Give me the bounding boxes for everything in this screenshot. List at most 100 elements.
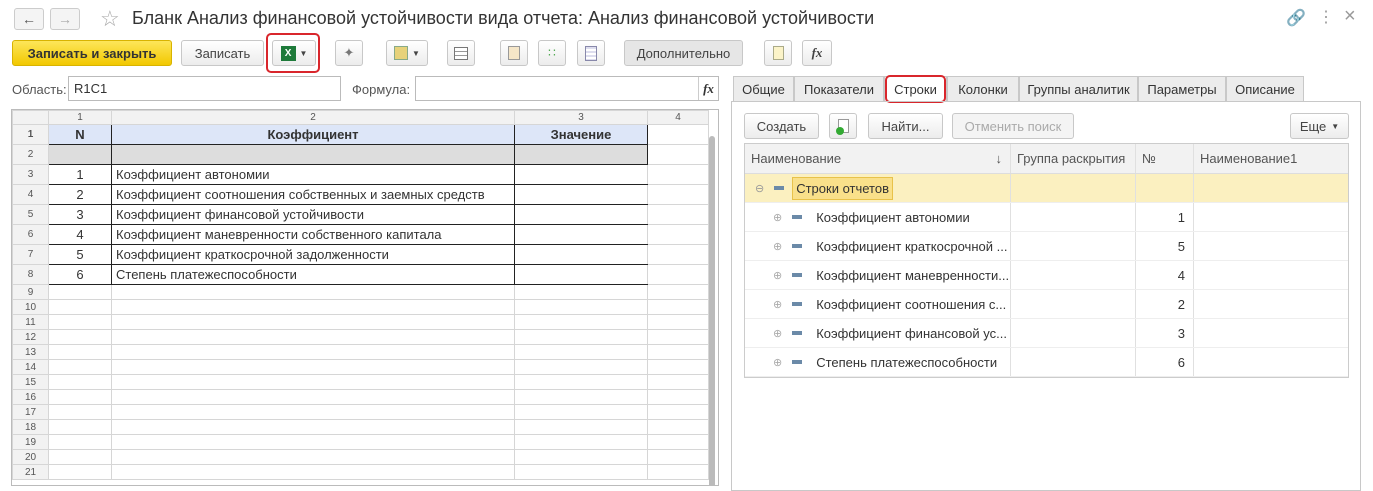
row-header[interactable]: 16 [12, 389, 49, 405]
cell[interactable] [514, 404, 648, 420]
row-header[interactable]: 17 [12, 404, 49, 420]
cell[interactable] [48, 404, 112, 420]
cell[interactable] [48, 344, 112, 360]
cell[interactable] [514, 389, 648, 405]
cell-coefficient[interactable]: Коэффициент соотношения собственных и за… [111, 184, 515, 205]
cell[interactable] [647, 389, 709, 405]
tree-row[interactable]: ⊕ Коэффициент краткосрочной ... 5 [745, 232, 1348, 261]
list-button[interactable] [577, 40, 605, 66]
layout-button[interactable]: ▼ [386, 40, 428, 66]
expand-icon[interactable]: ⊕ [773, 211, 782, 224]
row-header[interactable]: 14 [12, 359, 49, 375]
cell-value[interactable] [514, 164, 648, 185]
forward-button[interactable]: → [50, 8, 80, 30]
row-header[interactable]: 2 [12, 144, 49, 165]
corner-cell[interactable] [12, 110, 49, 125]
back-button[interactable]: ← [14, 8, 44, 30]
header-coefficient[interactable]: Коэффициент [111, 124, 515, 145]
column-header-group[interactable]: Группа раскрытия [1011, 144, 1136, 173]
more-button[interactable]: Дополнительно [624, 40, 743, 66]
cell[interactable] [647, 419, 709, 435]
tab-6[interactable]: Описание [1226, 76, 1304, 102]
formula-fx-button[interactable]: fx [698, 77, 718, 100]
cell[interactable] [48, 144, 112, 165]
cell[interactable] [48, 434, 112, 450]
cell[interactable] [647, 264, 709, 285]
tree-group-row[interactable]: ⊖ Строки отчетов [745, 174, 1348, 203]
cell-n[interactable]: 1 [48, 164, 112, 185]
column-header[interactable]: 4 [647, 110, 709, 125]
cell[interactable] [48, 464, 112, 480]
cell[interactable] [514, 359, 648, 375]
more-actions-button[interactable]: Еще ▼ [1290, 113, 1349, 139]
row-header[interactable]: 21 [12, 464, 49, 480]
cell[interactable] [48, 314, 112, 330]
cell[interactable] [111, 389, 515, 405]
cell[interactable] [647, 204, 709, 225]
tab-0[interactable]: Общие [733, 76, 794, 102]
cell[interactable] [647, 344, 709, 360]
row-header[interactable]: 6 [12, 224, 49, 245]
cell-coefficient[interactable]: Коэффициент краткосрочной задолженности [111, 244, 515, 265]
header-n[interactable]: N [48, 124, 112, 145]
structure-button[interactable]: ∷ [538, 40, 566, 66]
cell[interactable] [514, 344, 648, 360]
header-value[interactable]: Значение [514, 124, 648, 145]
cell[interactable] [514, 464, 648, 480]
tab-5[interactable]: Параметры [1138, 76, 1226, 102]
table-button[interactable] [447, 40, 475, 66]
properties-button[interactable] [500, 40, 528, 66]
cell-value[interactable] [514, 184, 648, 205]
row-header[interactable]: 19 [12, 434, 49, 450]
row-header[interactable]: 11 [12, 314, 49, 330]
cell[interactable] [647, 299, 709, 315]
cell-value[interactable] [514, 244, 648, 265]
tree-row[interactable]: ⊕ Коэффициент соотношения с... 2 [745, 290, 1348, 319]
column-header-number[interactable]: № [1136, 144, 1194, 173]
row-header[interactable]: 5 [12, 204, 49, 225]
cell[interactable] [514, 329, 648, 345]
tree-row[interactable]: ⊕ Коэффициент финансовой ус... 3 [745, 319, 1348, 348]
cell[interactable] [647, 449, 709, 465]
expand-icon[interactable]: ⊕ [773, 327, 782, 340]
column-header-name[interactable]: Наименование ↓ [745, 144, 1011, 173]
tab-1[interactable]: Показатели [794, 76, 884, 102]
row-header[interactable]: 10 [12, 299, 49, 315]
cell[interactable] [647, 144, 709, 165]
cell-coefficient[interactable]: Коэффициент маневренности собственного к… [111, 224, 515, 245]
row-header[interactable]: 13 [12, 344, 49, 360]
cell-value[interactable] [514, 224, 648, 245]
cell[interactable] [111, 284, 515, 300]
cell[interactable] [48, 419, 112, 435]
more-menu-icon[interactable]: ⋮ [1318, 7, 1334, 27]
collapse-icon[interactable]: ⊖ [755, 182, 764, 195]
function-button[interactable]: fx [802, 40, 832, 66]
cell[interactable] [514, 284, 648, 300]
cell-value[interactable] [514, 264, 648, 285]
cell[interactable] [111, 464, 515, 480]
row-header[interactable]: 8 [12, 264, 49, 285]
cell[interactable] [647, 329, 709, 345]
cell[interactable] [48, 284, 112, 300]
area-input[interactable]: R1C1 [68, 76, 341, 101]
cell[interactable] [111, 419, 515, 435]
cell[interactable] [48, 359, 112, 375]
cell[interactable] [111, 359, 515, 375]
cell-n[interactable]: 2 [48, 184, 112, 205]
cell[interactable] [647, 374, 709, 390]
cell[interactable] [647, 434, 709, 450]
create-button[interactable]: Создать [744, 113, 819, 139]
expand-icon[interactable]: ⊕ [773, 298, 782, 311]
cell[interactable] [514, 449, 648, 465]
cell[interactable] [647, 224, 709, 245]
cell-n[interactable]: 3 [48, 204, 112, 225]
cell[interactable] [48, 329, 112, 345]
link-icon[interactable]: 🔗 [1286, 8, 1306, 28]
cell-n[interactable]: 5 [48, 244, 112, 265]
expand-icon[interactable]: ⊕ [773, 356, 782, 369]
cell[interactable] [647, 244, 709, 265]
column-header[interactable]: 1 [48, 110, 112, 125]
cell[interactable] [647, 464, 709, 480]
row-header[interactable]: 1 [12, 124, 49, 145]
cell-value[interactable] [514, 204, 648, 225]
